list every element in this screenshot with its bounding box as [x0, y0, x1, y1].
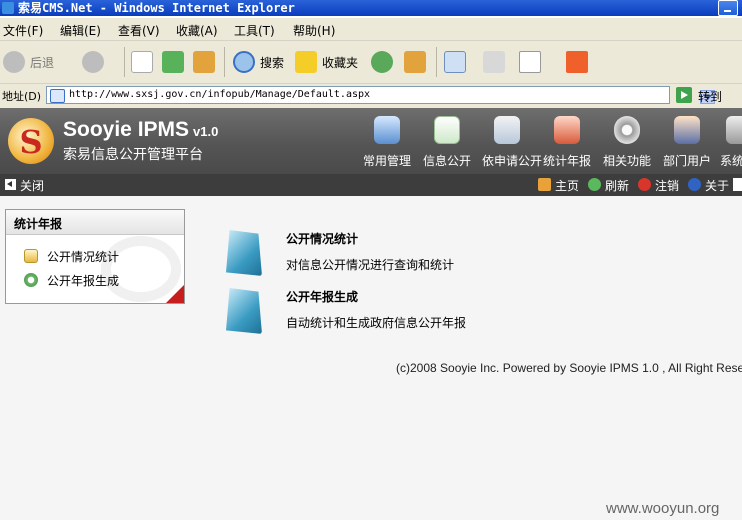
menu-help[interactable]: 帮助(H) [293, 22, 335, 39]
watermark: www.wooyun.org [606, 500, 720, 517]
report-icon [24, 273, 38, 287]
brand-subtitle: 索易信息公开管理平台 [63, 147, 203, 163]
footer-copyright: (c)2008 Sooyie Inc. Powered by Sooyie IP… [396, 361, 742, 375]
mail-icon[interactable] [444, 51, 466, 73]
feature-title[interactable]: 公开年报生成 [286, 288, 358, 305]
document-globe-icon [434, 116, 460, 144]
nav-label: 常用管理 [362, 154, 411, 168]
favorites-star-icon[interactable] [295, 51, 317, 73]
menu-favorites[interactable]: 收藏(A) [176, 22, 218, 39]
nav-info-disclosure[interactable]: 信息公开 [423, 116, 471, 172]
address-label: 地址(D) [2, 90, 42, 103]
go-arrow-icon[interactable] [676, 87, 692, 103]
address-bar: 地址(D) http://www.sxsj.gov.cn/infopub/Man… [0, 83, 742, 109]
sidebar-title: 统计年报 [14, 217, 63, 231]
main-content: 统计年报 公开情况统计 公开年报生成 公开情况统计 对信息公开情况进行查询和统计… [0, 196, 742, 520]
sooyie-logo-icon [8, 118, 54, 164]
about-link[interactable]: 关于 [705, 177, 729, 194]
taobao-icon[interactable] [566, 51, 588, 73]
page-icon [50, 89, 65, 103]
brand-title: Sooyie IPMS v1.0 [63, 118, 218, 142]
feature-description: 自动统计和生成政府信息公开年报 [286, 316, 467, 330]
home-icon[interactable] [538, 178, 551, 191]
refresh-icon[interactable] [162, 51, 184, 73]
stop-icon[interactable] [131, 51, 153, 73]
menu-bar: 文件(F) 编辑(E) 查看(V) 收藏(A) 工具(T) 帮助(H) [0, 18, 742, 41]
folder-icon [24, 249, 38, 263]
edit-word-icon[interactable] [519, 51, 541, 73]
address-url[interactable]: http://www.sxsj.gov.cn/infopub/Manage/De… [69, 89, 370, 100]
nav-label: 依申请公开 [482, 154, 543, 168]
favorites-button[interactable]: 收藏夹 [322, 54, 358, 71]
refresh-icon[interactable] [588, 178, 601, 191]
feature-title[interactable]: 公开情况统计 [286, 230, 358, 247]
minimize-button[interactable] [718, 0, 738, 16]
sidebar-item-label[interactable]: 公开年报生成 [47, 272, 119, 289]
nav-system[interactable]: 系统 [720, 116, 742, 172]
home-icon[interactable] [193, 51, 215, 73]
history-icon[interactable] [371, 51, 393, 73]
feature-annual-report[interactable]: 公开年报生成 自动统计和生成政府信息公开年报 [226, 288, 526, 338]
sub-toolbar: 关闭 主页 刷新 注销 关于 [0, 174, 742, 196]
menu-edit[interactable]: 编辑(E) [60, 22, 101, 39]
users-icon [554, 116, 580, 144]
nav-common-management[interactable]: 常用管理 [363, 116, 411, 172]
back-button[interactable]: 后退 [30, 54, 54, 71]
refresh-link[interactable]: 刷新 [605, 177, 629, 194]
request-document-icon [494, 116, 520, 144]
search-icon[interactable] [233, 51, 255, 73]
logout-link[interactable]: 注销 [655, 177, 679, 194]
forward-arrow-icon[interactable] [82, 51, 104, 73]
help-icon[interactable] [688, 178, 701, 191]
nav-related-functions[interactable]: 相关功能 [603, 116, 651, 172]
nav-apply-disclosure[interactable]: 依申请公开 [482, 116, 542, 172]
window-title: 索易CMS.Net - Windows Internet Explorer [18, 1, 295, 15]
print-icon[interactable] [483, 51, 505, 73]
system-icon [726, 116, 742, 144]
toolbar-divider [124, 47, 125, 77]
nav-label: 信息公开 [422, 154, 471, 168]
browser-toolbar: 后退 搜索 收藏夹 [0, 41, 742, 83]
back-arrow-icon[interactable] [3, 51, 25, 73]
home-icon-2[interactable] [404, 51, 426, 73]
nav-department-users[interactable]: 部门用户 [663, 116, 711, 172]
feature-disclosure-stats[interactable]: 公开情况统计 对信息公开情况进行查询和统计 [226, 230, 526, 280]
nav-label: 相关功能 [602, 154, 651, 168]
close-arrow-icon[interactable] [5, 179, 16, 190]
go-button[interactable]: 转到 [698, 88, 722, 105]
nav-label: 部门用户 [662, 154, 711, 168]
sidebar-header: 统计年报 [6, 210, 184, 235]
menu-file[interactable]: 文件(F) [3, 22, 43, 39]
menu-tools[interactable]: 工具(T) [234, 22, 275, 39]
menu-view[interactable]: 查看(V) [118, 22, 160, 39]
window-title-bar: 索易CMS.Net - Windows Internet Explorer [0, 0, 742, 16]
nav-label: 统计年报 [542, 154, 591, 168]
brand-version: v1.0 [193, 124, 219, 139]
address-input[interactable]: http://www.sxsj.gov.cn/infopub/Manage/De… [46, 86, 715, 104]
nav-label: 系统 [720, 154, 742, 168]
brand-name: Sooyie IPMS [63, 118, 190, 141]
monitor-icon [374, 116, 400, 144]
sidebar-item-label[interactable]: 公开情况统计 [47, 248, 119, 265]
nav-annual-report[interactable]: 统计年报 [543, 116, 591, 172]
logout-icon[interactable] [638, 178, 651, 191]
gear-icon [614, 116, 640, 144]
feature-description: 对信息公开情况进行查询和统计 [286, 258, 455, 272]
close-button[interactable]: 关闭 [20, 177, 44, 194]
book-document-icon [226, 288, 262, 334]
search-button[interactable]: 搜索 [260, 54, 284, 71]
collapse-icon[interactable] [733, 178, 742, 191]
app-header: Sooyie IPMSv1.0 索易信息公开管理平台 常用管理 信息公开 依申请… [0, 108, 742, 174]
toolbar-divider [224, 47, 225, 77]
home-link[interactable]: 主页 [555, 177, 579, 194]
toolbar-divider [436, 47, 437, 77]
book-icon [226, 230, 262, 276]
ie-icon [2, 2, 14, 14]
sidebar-panel: 统计年报 公开情况统计 公开年报生成 [5, 209, 185, 304]
user-icon [674, 116, 700, 144]
corner-decoration [166, 285, 184, 303]
